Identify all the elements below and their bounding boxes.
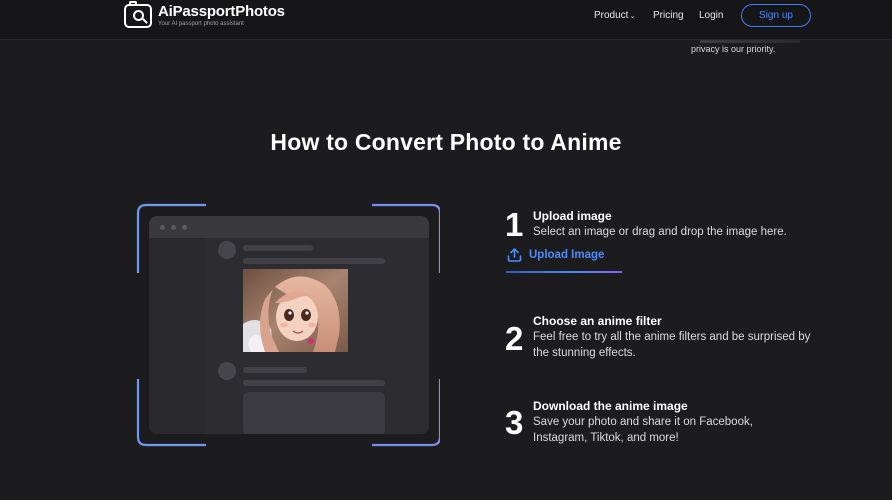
placeholder-avatar [218,362,236,380]
browser-title-bar [149,216,429,238]
anime-girl-image [243,269,348,352]
cut-off-text-fragment [700,40,800,43]
nav-login[interactable]: Login [699,10,723,21]
window-dot-icon [160,225,165,230]
step-description: Select an image or drag and drop the ima… [533,226,787,238]
nav-pricing[interactable]: Pricing [653,10,684,21]
step-number: 1 [505,206,524,243]
site-header: AiPassportPhotos Your AI passport photo … [0,0,892,40]
step-title: Choose an anime filter [533,314,662,328]
step-description: Save your photo and share it on Facebook… [533,416,753,444]
privacy-note: privacy is our priority. [691,44,776,54]
placeholder-line [243,367,307,373]
step-title: Upload image [533,209,612,223]
site-logo[interactable]: AiPassportPhotos Your AI passport photo … [124,1,285,28]
step-title: Download the anime image [533,399,688,413]
nav-product[interactable]: Product⌄ [594,10,635,21]
step-description: Feel free to try all the anime filters a… [533,331,811,359]
placeholder-card [243,392,385,434]
logo-tagline: Your AI passport photo assistant [158,21,244,27]
chevron-down-icon: ⌄ [629,13,636,20]
placeholder-line [243,245,313,251]
logo-text: AiPassportPhotos Your AI passport photo … [158,3,285,28]
placeholder-line [243,258,385,264]
window-dot-icon [182,225,187,230]
placeholder-line [243,380,385,386]
step-number: 3 [505,404,524,441]
camera-search-icon [124,1,152,28]
nav-product-label: Product [594,10,629,21]
section-title: How to Convert Photo to Anime [270,129,622,155]
browser-sidebar [149,238,205,434]
logo-name: AiPassportPhotos [158,3,285,20]
upload-image-link[interactable]: Upload Image [506,246,604,263]
step-number: 2 [505,320,524,357]
upload-image-label: Upload Image [529,248,605,261]
window-dot-icon [171,225,176,230]
upload-link-underline [506,271,622,273]
placeholder-avatar [218,241,236,259]
upload-icon [507,248,522,262]
signup-button[interactable]: Sign up [741,4,811,27]
